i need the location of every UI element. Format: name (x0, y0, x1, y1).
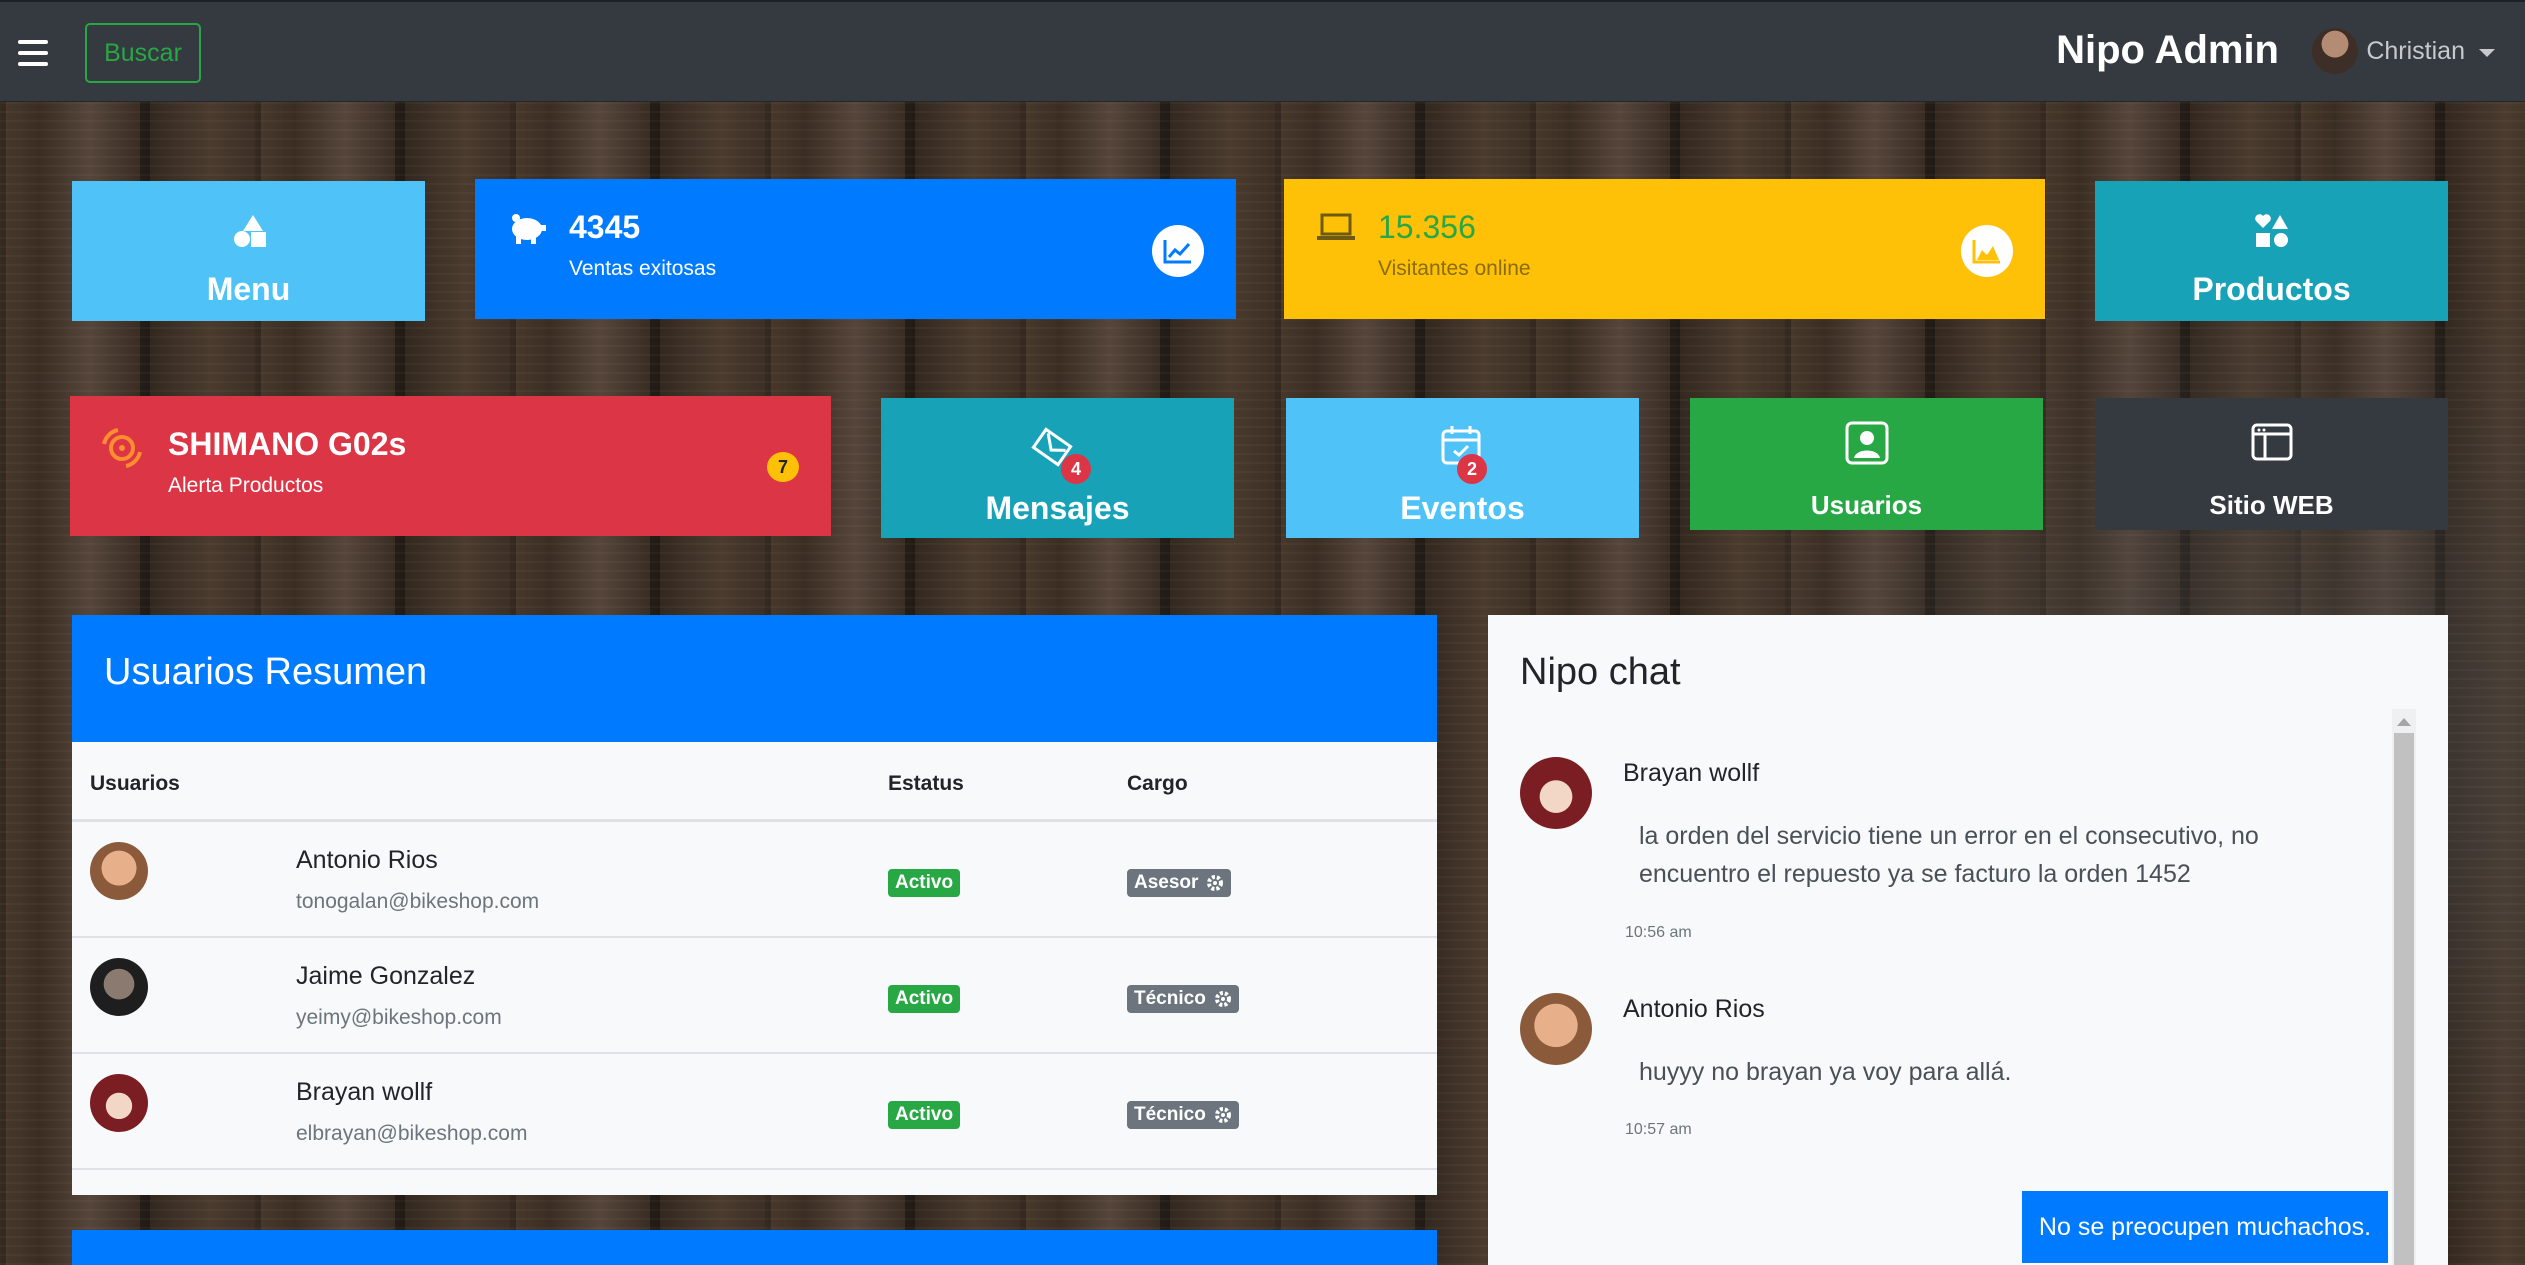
tile-productos[interactable]: Productos (2095, 181, 2448, 321)
tile-menu[interactable]: Menu (72, 181, 425, 321)
avatar (90, 1074, 148, 1132)
chat-title: Nipo chat (1520, 651, 1681, 693)
visitantes-value: 15.356 (1378, 209, 1476, 245)
col-usuarios: Usuarios (90, 772, 180, 795)
table-row[interactable]: Jaime Gonzalez yeimy@bikeshop.com Activo… (72, 938, 1437, 1054)
ventas-value: 4345 (569, 209, 641, 245)
usuarios-resumen-card: Usuarios Resumen Usuarios Estatus Cargo … (72, 615, 1437, 1195)
caret-down-icon (2479, 48, 2495, 57)
top-navbar: Buscar Nipo Admin Christian (0, 0, 2525, 102)
message-text: la orden del servicio tiene un error en … (1639, 822, 2259, 888)
role-badge[interactable]: Técnico (1127, 985, 1239, 1013)
tile-mensajes-label: Mensajes (985, 490, 1130, 526)
shapes-icon (72, 213, 425, 254)
tile-eventos[interactable]: 2 Eventos (1286, 398, 1639, 538)
avatar (90, 842, 148, 900)
role-badge[interactable]: Técnico (1127, 1101, 1239, 1129)
alerta-title: SHIMANO G02s (168, 426, 407, 462)
search-button[interactable]: Buscar (85, 23, 201, 83)
laptop-icon (1316, 213, 1356, 248)
hamburger-menu-icon[interactable] (18, 40, 48, 66)
table-header: Usuarios Estatus Cargo (72, 742, 1437, 822)
role-label: Técnico (1134, 988, 1206, 1009)
user-email: tonogalan@bikeshop.com (296, 890, 540, 913)
role-label: Asesor (1134, 872, 1199, 893)
tile-ventas[interactable]: 4345 Ventas exitosas (475, 179, 1236, 319)
chart-area-icon (1961, 225, 2013, 277)
table-row[interactable]: Brayan wollf elbrayan@bikeshop.com Activ… (72, 1054, 1437, 1170)
visitantes-label: Visitantes online (1378, 257, 1531, 280)
message-author: Antonio Rios (1623, 995, 1765, 1023)
eventos-badge: 2 (1457, 454, 1487, 484)
role-badge[interactable]: Asesor (1127, 869, 1232, 897)
browser-window-icon (2095, 422, 2448, 467)
message-author: Brayan wollf (1623, 759, 1760, 787)
message-time: 10:57 am (1625, 1121, 1692, 1138)
tile-visitantes[interactable]: 15.356 Visitantes online (1284, 179, 2045, 319)
col-cargo: Cargo (1127, 772, 1188, 795)
chat-scrollbar[interactable] (2392, 709, 2416, 1265)
shapes-heart-icon (2095, 213, 2448, 254)
alerta-badge: 7 (767, 452, 799, 482)
avatar (2312, 28, 2359, 74)
tile-alerta[interactable]: SHIMANO G02s Alerta Productos 7 (70, 396, 831, 536)
chart-line-icon (1152, 225, 1204, 277)
table-row[interactable]: Antonio Rios tonogalan@bikeshop.com Acti… (72, 822, 1437, 938)
mensajes-badge: 4 (1061, 454, 1091, 484)
col-estatus: Estatus (888, 772, 964, 795)
status-badge: Activo (888, 869, 961, 897)
user-name: Brayan wollf (296, 1078, 433, 1106)
ventas-label: Ventas exitosas (569, 257, 717, 280)
status-badge: Activo (888, 1101, 961, 1129)
tile-productos-label: Productos (2192, 271, 2351, 307)
chat-panel: Nipo chat Brayan wollf la orden del serv… (1488, 615, 2448, 1265)
user-name: Antonio Rios (296, 846, 438, 874)
scroll-up-icon[interactable] (2397, 718, 2411, 726)
tile-mensajes[interactable]: 4 Mensajes (881, 398, 1234, 538)
secondary-card-header (72, 1230, 1437, 1265)
tile-sitio-web[interactable]: Sitio WEB (2095, 398, 2448, 530)
user-dropdown[interactable]: Christian (2312, 28, 2495, 74)
avatar (1520, 757, 1592, 829)
outgoing-message: No se preocupen muchachos. (2022, 1191, 2388, 1263)
user-name: Christian (2366, 36, 2465, 65)
brand-title: Nipo Admin (2056, 28, 2279, 72)
avatar (1520, 993, 1592, 1065)
user-name: Jaime Gonzalez (296, 962, 476, 990)
gear-icon (1214, 991, 1231, 1007)
message-text: huyyy no brayan ya voy para allá. (1639, 1058, 2012, 1086)
user-email: elbrayan@bikeshop.com (296, 1122, 528, 1145)
avatar (90, 958, 148, 1016)
tile-sitio-label: Sitio WEB (2209, 490, 2334, 520)
tile-usuarios-label: Usuarios (1810, 490, 1923, 520)
card-title: Usuarios Resumen (72, 615, 1437, 742)
scrollbar-thumb[interactable] (2394, 733, 2414, 1265)
tile-eventos-label: Eventos (1400, 490, 1525, 526)
alerta-label: Alerta Productos (168, 474, 324, 497)
tile-usuarios[interactable]: Usuarios (1690, 398, 2043, 530)
user-square-icon (1690, 420, 2043, 471)
gear-icon (1214, 1107, 1231, 1123)
gear-icon (1207, 875, 1224, 891)
status-badge: Activo (888, 985, 961, 1013)
piggy-bank-icon (507, 211, 547, 250)
role-label: Técnico (1134, 1104, 1206, 1125)
alert-wheel-icon (100, 426, 144, 475)
tile-menu-label: Menu (206, 271, 291, 307)
user-email: yeimy@bikeshop.com (296, 1006, 502, 1029)
message-time: 10:56 am (1625, 924, 1692, 941)
